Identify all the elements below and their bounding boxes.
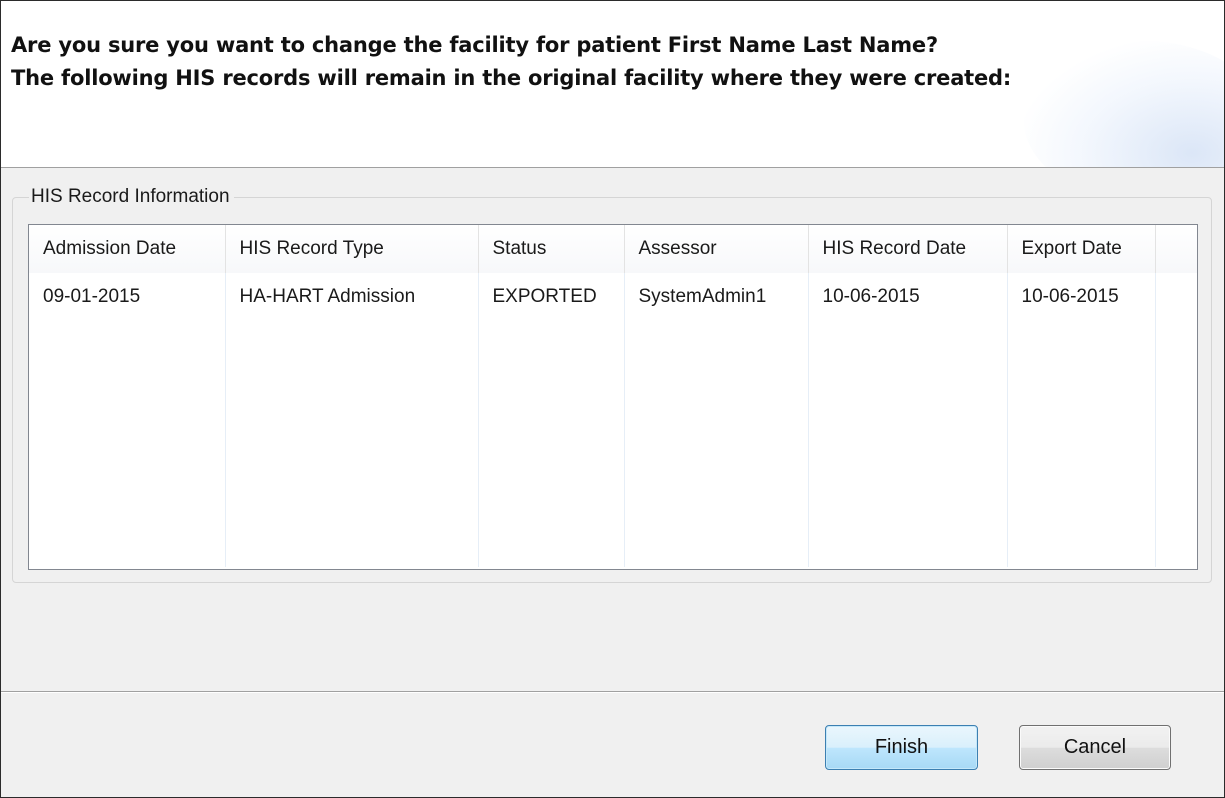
dialog-header: Are you sure you want to change the faci… <box>1 1 1224 168</box>
column-header-admission-date[interactable]: Admission Date <box>29 225 226 273</box>
group-label: HIS Record Information <box>29 185 234 209</box>
header-line-1: Are you sure you want to change the faci… <box>11 33 938 57</box>
cancel-button[interactable]: Cancel <box>1019 725 1171 770</box>
cell-assessor: SystemAdmin1 <box>624 273 809 321</box>
table-row[interactable]: 09-01-2015 HA-HART Admission EXPORTED Sy… <box>29 273 1197 321</box>
table-empty-area <box>29 321 1197 567</box>
column-header-assessor[interactable]: Assessor <box>624 225 809 273</box>
table-header-row: Admission Date HIS Record Type Status As… <box>29 225 1197 273</box>
header-line-2: The following HIS records will remain in… <box>11 66 1012 90</box>
cell-filler <box>1155 273 1197 321</box>
header-message: Are you sure you want to change the faci… <box>11 29 1191 95</box>
footer-separator-highlight <box>1 692 1224 693</box>
column-header-his-record-date[interactable]: HIS Record Date <box>808 225 1008 273</box>
column-header-his-record-type[interactable]: HIS Record Type <box>225 225 479 273</box>
column-header-filler <box>1155 225 1197 273</box>
cell-export-date: 10-06-2015 <box>1007 273 1156 321</box>
column-header-export-date[interactable]: Export Date <box>1007 225 1156 273</box>
column-header-status[interactable]: Status <box>478 225 625 273</box>
his-records-table[interactable]: Admission Date HIS Record Type Status As… <box>28 224 1198 570</box>
change-facility-dialog: Are you sure you want to change the faci… <box>0 0 1225 798</box>
cell-admission-date: 09-01-2015 <box>29 273 226 321</box>
cell-his-record-type: HA-HART Admission <box>225 273 479 321</box>
cell-status: EXPORTED <box>478 273 625 321</box>
finish-button[interactable]: Finish <box>825 725 978 770</box>
cell-his-record-date: 10-06-2015 <box>808 273 1008 321</box>
